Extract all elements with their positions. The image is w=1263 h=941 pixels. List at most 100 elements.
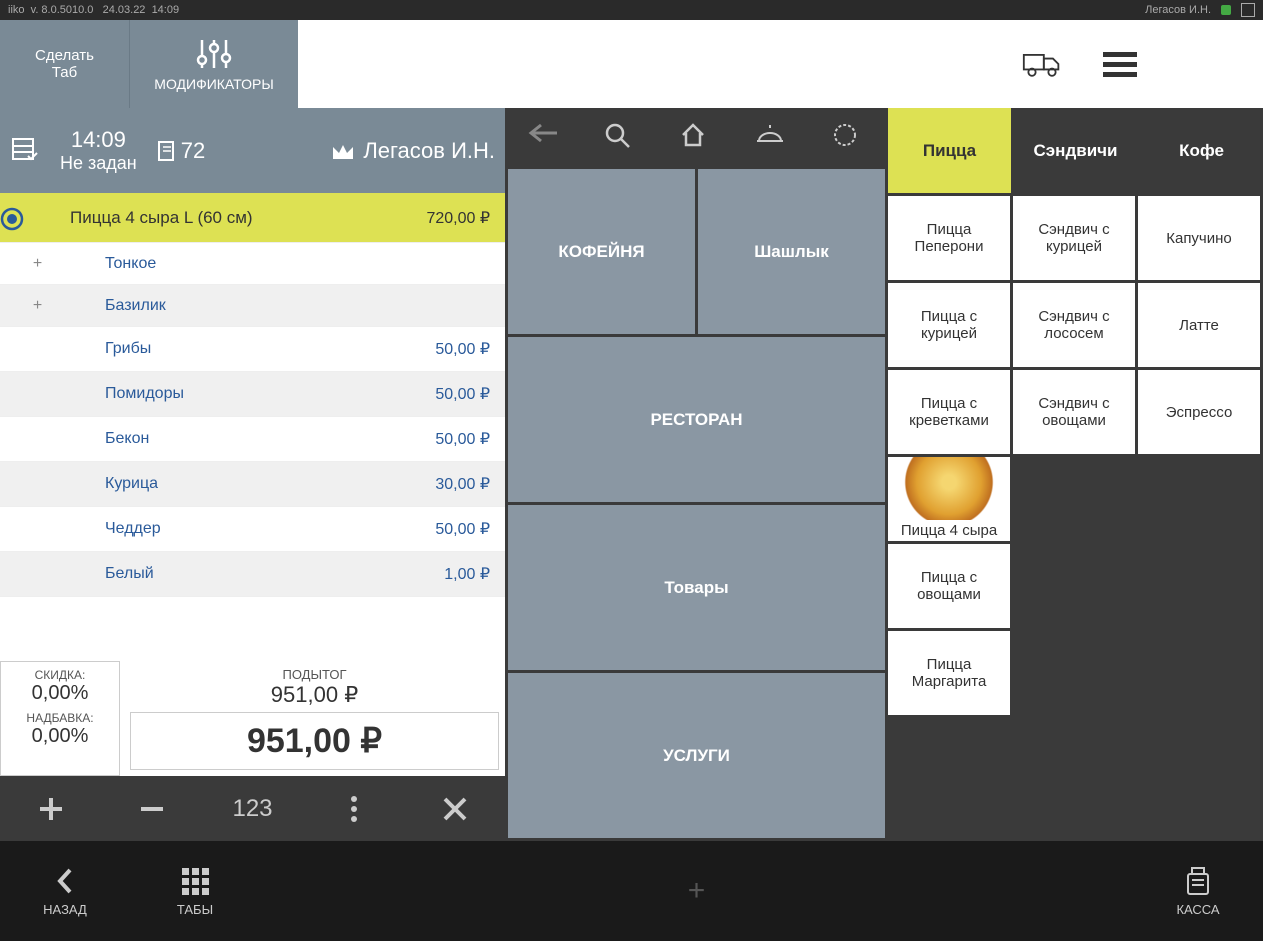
menu-item-label: Пицца 4 сыра (888, 520, 1010, 541)
titlebar-date: 24.03.22 (103, 4, 146, 16)
minus-button[interactable] (101, 776, 202, 841)
grid-icon (180, 866, 210, 896)
order-items: Пицца 4 сыра L (60 см)720,00 ₽+Тонкое+Ба… (0, 193, 505, 657)
order-modifier[interactable]: Бекон50,00 ₽ (0, 417, 505, 462)
back-label: НАЗАД (43, 902, 87, 917)
modifiers-label: МОДИФИКАТОРЫ (154, 76, 273, 92)
order-list-icon[interactable] (10, 136, 40, 166)
menu-tabs: ПиццаСэндвичиКофе (885, 108, 1263, 193)
order-modifier[interactable]: Грибы50,00 ₽ (0, 327, 505, 372)
menu-item[interactable]: Сэндвич с овощами (1013, 370, 1135, 454)
order-item-main[interactable]: Пицца 4 сыра L (60 см)720,00 ₽ (0, 193, 505, 243)
menu-grid: Пицца ПеперониСэндвич с курицейКапучино П… (885, 193, 1263, 841)
kassa-label: КАССА (1176, 902, 1219, 917)
menu-item[interactable]: Капучино (1138, 196, 1260, 280)
category-button[interactable]: КОФЕЙНЯ (508, 169, 695, 334)
grand-total-box[interactable]: 951,00 ₽ (130, 712, 499, 770)
close-button[interactable] (404, 776, 505, 841)
search-icon[interactable] (603, 121, 635, 153)
modifier-name: Курица (60, 475, 435, 493)
category-button[interactable]: РЕСТОРАН (508, 337, 885, 502)
receipt-icon (157, 140, 175, 162)
back-arrow-icon[interactable] (527, 121, 559, 153)
order-modifier[interactable]: Чеддер50,00 ₽ (0, 507, 505, 552)
titlebar-user: Легасов И.Н. (1145, 4, 1211, 16)
modifiers-button[interactable]: МОДИФИКАТОРЫ (130, 20, 298, 108)
modifier-name: Грибы (60, 340, 435, 358)
kassa-button[interactable]: КАССА (1133, 866, 1263, 917)
numpad-button[interactable]: 123 (202, 776, 303, 841)
modifier-name: Белый (60, 565, 444, 583)
category-button[interactable]: УСЛУГИ (508, 673, 885, 838)
menu-item[interactable]: Пицца Маргарита (888, 631, 1010, 715)
tabs-label: ТАБЫ (177, 902, 213, 917)
grand-total-value: 951,00 ₽ (139, 721, 490, 761)
order-modifier-plus[interactable]: +Тонкое (0, 243, 505, 285)
menu-item[interactable]: Эспрессо (1138, 370, 1260, 454)
menu-item[interactable]: Пицца с овощами (888, 544, 1010, 628)
order-modifier[interactable]: Курица30,00 ₽ (0, 462, 505, 507)
menu-item[interactable]: Латте (1138, 283, 1260, 367)
menu-tab[interactable]: Кофе (1140, 108, 1263, 193)
register-icon (1183, 866, 1213, 898)
titlebar-time: 14:09 (152, 4, 180, 16)
discount-box[interactable]: СКИДКА: 0,00% НАДБАВКА: 0,00% (0, 661, 120, 776)
dish-icon[interactable] (755, 121, 787, 153)
modifier-price: 30,00 ₽ (435, 474, 490, 494)
order-panel: 14:09 Не задан 72 Легасов И.Н. Пицца 4 с… (0, 108, 505, 841)
surcharge-label: НАДБАВКА: (11, 711, 109, 725)
menu-tab[interactable]: Пицца (888, 108, 1011, 193)
order-time: 14:09 (60, 127, 137, 153)
lock-icon[interactable] (1178, 44, 1218, 84)
category-button[interactable]: Шашлык (698, 169, 885, 334)
surcharge-value: 0,00% (11, 725, 109, 748)
tabs-button[interactable]: ТАБЫ (130, 841, 260, 941)
item-name: Пицца 4 сыра L (60 см) (60, 208, 426, 228)
bottombar: НАЗАД ТАБЫ + КАССА (0, 841, 1263, 941)
order-status: Не задан (60, 153, 137, 174)
crown-icon (331, 141, 355, 161)
home-icon[interactable] (679, 121, 711, 153)
modifier-name: Базилик (75, 297, 505, 315)
menu-item[interactable]: Пицца 4 сыра (888, 457, 1010, 541)
order-modifier-plus[interactable]: +Базилик (0, 285, 505, 327)
back-button[interactable]: НАЗАД (0, 841, 130, 941)
make-tab-button[interactable]: Сделать Таб (0, 20, 130, 108)
menu-item[interactable]: Сэндвич с лососем (1013, 283, 1135, 367)
plus-icon: + (0, 297, 75, 315)
modifier-price: 50,00 ₽ (435, 339, 490, 359)
plus-button[interactable] (0, 776, 101, 841)
pizza-image (888, 457, 1010, 520)
app-name: iiko (8, 4, 25, 16)
delivery-icon[interactable] (1022, 44, 1062, 84)
totals-section: СКИДКА: 0,00% НАДБАВКА: 0,00% ПОДЫТОГ 95… (0, 657, 505, 776)
menu-item[interactable]: Пицца Пеперони (888, 196, 1010, 280)
gear-icon[interactable] (831, 121, 863, 153)
action-bar: 123 (0, 776, 505, 841)
app-version: v. 8.0.5010.0 (31, 4, 94, 16)
menu-item[interactable]: Пицца с креветками (888, 370, 1010, 454)
topbar: Сделать Таб МОДИФИКАТОРЫ (0, 20, 1263, 108)
subtotal-label: ПОДЫТОГ (130, 667, 499, 682)
order-modifier[interactable]: Помидоры50,00 ₽ (0, 372, 505, 417)
add-button[interactable]: + (260, 874, 1133, 908)
more-button[interactable] (303, 776, 404, 841)
item-price: 720,00 ₽ (426, 208, 490, 228)
modifier-name: Бекон (60, 430, 435, 448)
menu-icon[interactable] (1100, 44, 1140, 84)
menu-tab[interactable]: Сэндвичи (1014, 108, 1137, 193)
waiter-name[interactable]: Легасов И.Н. (331, 138, 495, 164)
category-button[interactable]: Товары (508, 505, 885, 670)
window-icon[interactable] (1241, 3, 1255, 17)
waiter-name-value: Легасов И.Н. (363, 138, 495, 164)
menu-item[interactable]: Сэндвич с курицей (1013, 196, 1135, 280)
table-number[interactable]: 72 (157, 138, 205, 164)
modifier-price: 50,00 ₽ (435, 429, 490, 449)
order-modifier[interactable]: Белый1,00 ₽ (0, 552, 505, 597)
table-number-value: 72 (181, 138, 205, 164)
make-tab-label: Сделать Таб (35, 47, 94, 81)
discount-value: 0,00% (11, 682, 109, 705)
menu-item[interactable]: Пицца с курицей (888, 283, 1010, 367)
menu-panel: ПиццаСэндвичиКофе Пицца ПеперониСэндвич … (885, 108, 1263, 841)
discount-label: СКИДКА: (11, 668, 109, 682)
